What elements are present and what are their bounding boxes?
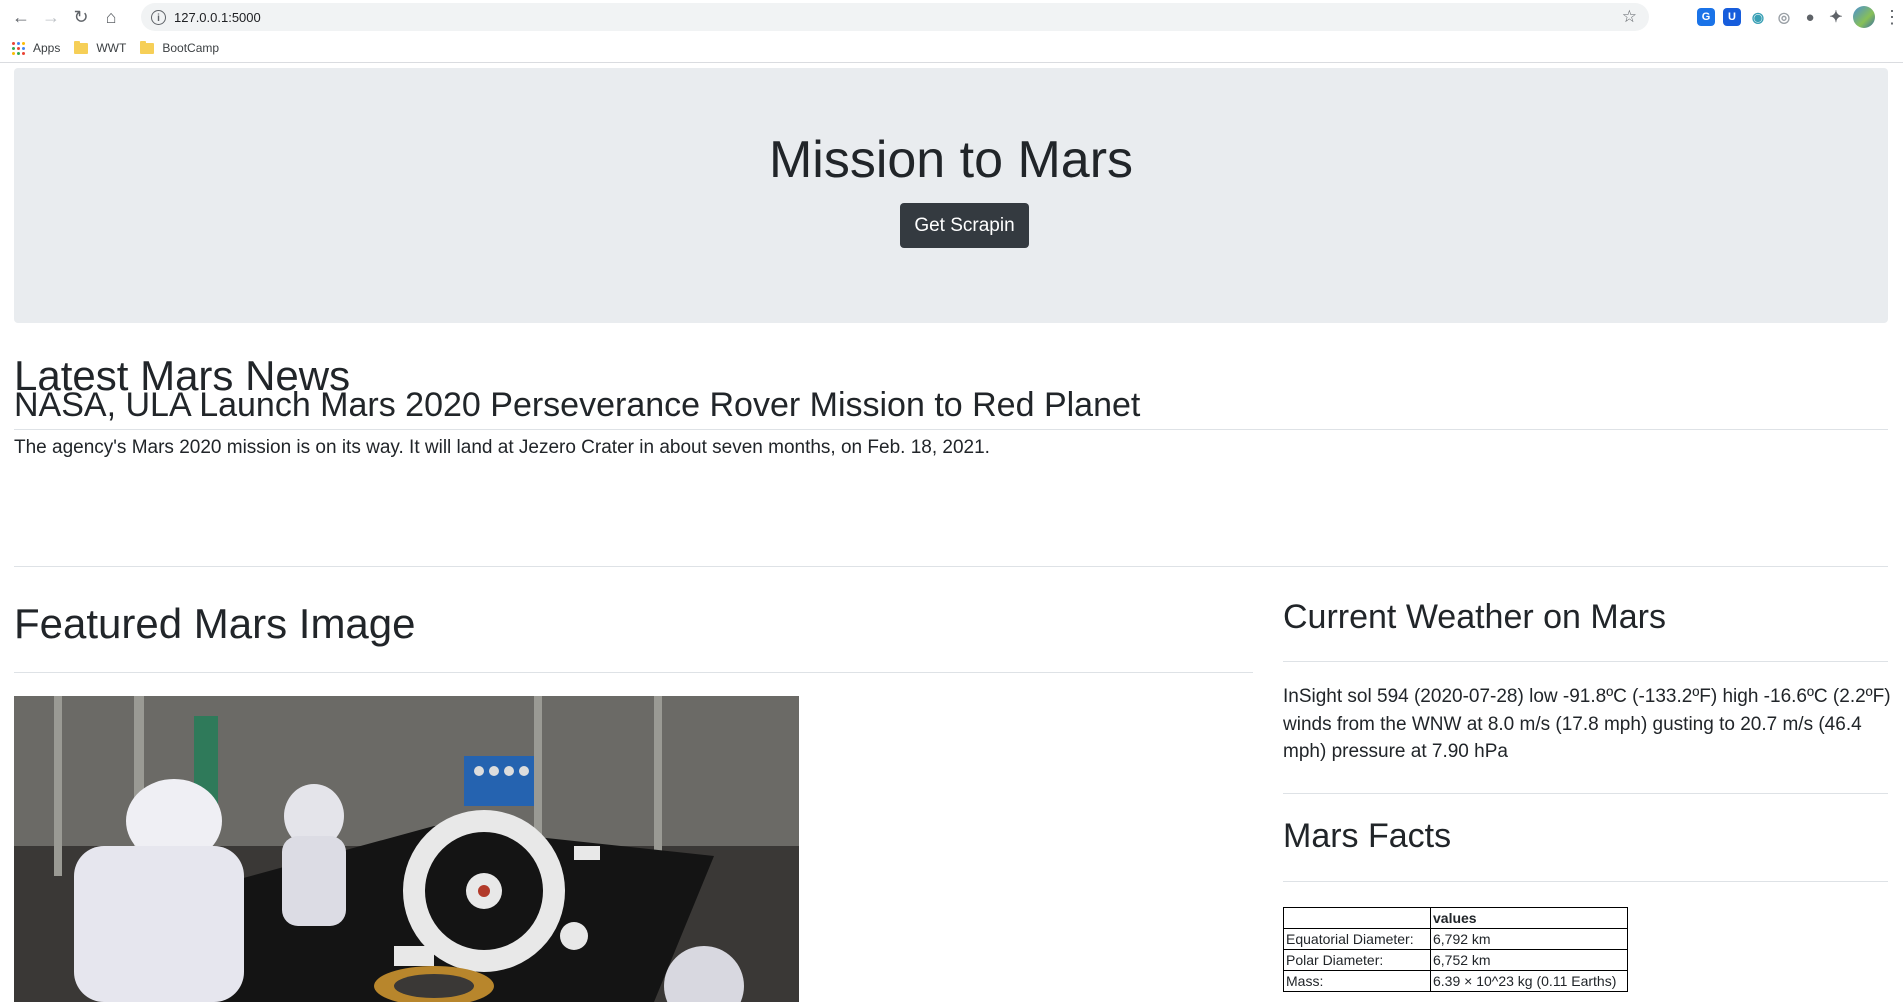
extension-eye-outline-icon[interactable]: ◎ bbox=[1775, 8, 1793, 26]
site-info-icon[interactable]: i bbox=[151, 9, 166, 25]
fact-label: Mass: bbox=[1283, 970, 1431, 992]
featured-image-illustration bbox=[14, 696, 799, 1002]
extension-eye-icon[interactable]: ◉ bbox=[1749, 8, 1767, 26]
profile-avatar[interactable] bbox=[1853, 6, 1875, 28]
bookmark-folder-wwt[interactable]: WWT bbox=[74, 40, 127, 55]
section-divider bbox=[14, 566, 1888, 567]
bookmark-label: Apps bbox=[33, 41, 61, 55]
reload-icon[interactable]: ↻ bbox=[66, 2, 96, 32]
bookmarks-bar: Apps WWT BootCamp bbox=[0, 34, 1903, 63]
home-icon[interactable]: ⌂ bbox=[96, 2, 126, 32]
address-bar[interactable]: i 127.0.0.1:5000 ☆ bbox=[141, 3, 1649, 31]
address-bar-url[interactable]: 127.0.0.1:5000 bbox=[174, 10, 261, 25]
featured-heading: Featured Mars Image bbox=[14, 600, 416, 647]
table-row: Polar Diameter: 6,752 km bbox=[1283, 949, 1628, 971]
browser-menu-icon[interactable]: ⋮ bbox=[1883, 7, 1901, 28]
forward-arrow-icon[interactable]: → bbox=[36, 2, 66, 32]
table-row: Equatorial Diameter: 6,792 km bbox=[1283, 928, 1628, 950]
bookmark-star-icon[interactable]: ☆ bbox=[1622, 7, 1637, 27]
mars-facts-table: values Equatorial Diameter: 6,792 km Pol… bbox=[1283, 907, 1628, 992]
fact-value: 6,752 km bbox=[1430, 949, 1628, 971]
news-title: NASA, ULA Launch Mars 2020 Perseverance … bbox=[14, 386, 1141, 424]
folder-icon bbox=[74, 40, 89, 54]
table-row: Mass: 6.39 × 10^23 kg (0.11 Earths) bbox=[1283, 970, 1628, 992]
bookmark-folder-bootcamp[interactable]: BootCamp bbox=[140, 40, 220, 55]
scrape-button[interactable]: Get Scrapin bbox=[900, 203, 1029, 248]
page-title: Mission to Mars bbox=[768, 131, 1134, 189]
jumbotron: Mission to Mars Get Scrapin bbox=[14, 68, 1888, 323]
fact-label: Equatorial Diameter: bbox=[1283, 928, 1431, 950]
page-content: Mission to Mars Get Scrapin Latest Mars … bbox=[0, 63, 1903, 1002]
extensions-puzzle-icon[interactable]: ✦ bbox=[1827, 8, 1845, 26]
weather-divider bbox=[1283, 661, 1888, 662]
apps-grid-icon bbox=[12, 41, 25, 55]
weather-heading: Current Weather on Mars bbox=[1283, 598, 1666, 636]
news-divider bbox=[14, 429, 1888, 430]
facts-divider bbox=[1283, 881, 1888, 882]
featured-mars-image[interactable] bbox=[14, 696, 799, 1002]
folder-icon bbox=[140, 40, 155, 54]
extension-shield-icon[interactable]: U bbox=[1723, 8, 1741, 26]
facts-heading: Mars Facts bbox=[1283, 817, 1452, 855]
browser-toolbar: ← → ↻ ⌂ i 127.0.0.1:5000 ☆ G U ◉ ◎ ● ✦ ⋮ bbox=[0, 0, 1903, 34]
back-arrow-icon[interactable]: ← bbox=[6, 2, 36, 32]
news-teaser: The agency's Mars 2020 mission is on its… bbox=[14, 437, 990, 458]
weather-text: InSight sol 594 (2020-07-28) low -91.8ºC… bbox=[1283, 686, 1891, 763]
table-header-empty bbox=[1283, 907, 1431, 929]
fact-value: 6,792 km bbox=[1430, 928, 1628, 950]
table-header-values: values bbox=[1430, 907, 1628, 929]
featured-divider bbox=[14, 672, 1253, 673]
fact-label: Polar Diameter: bbox=[1283, 949, 1431, 971]
table-header-row: values bbox=[1283, 907, 1628, 929]
bookmark-label: WWT bbox=[96, 41, 127, 55]
extensions-area: G U ◉ ◎ ● ✦ ⋮ bbox=[1697, 0, 1903, 34]
extension-circle-icon[interactable]: ● bbox=[1801, 8, 1819, 26]
bookmark-label: BootCamp bbox=[162, 41, 220, 55]
fact-value: 6.39 × 10^23 kg (0.11 Earths) bbox=[1430, 970, 1628, 992]
weather-bottom-divider bbox=[1283, 793, 1888, 794]
bookmark-apps[interactable]: Apps bbox=[12, 41, 60, 55]
extension-translate-icon[interactable]: G bbox=[1697, 8, 1715, 26]
